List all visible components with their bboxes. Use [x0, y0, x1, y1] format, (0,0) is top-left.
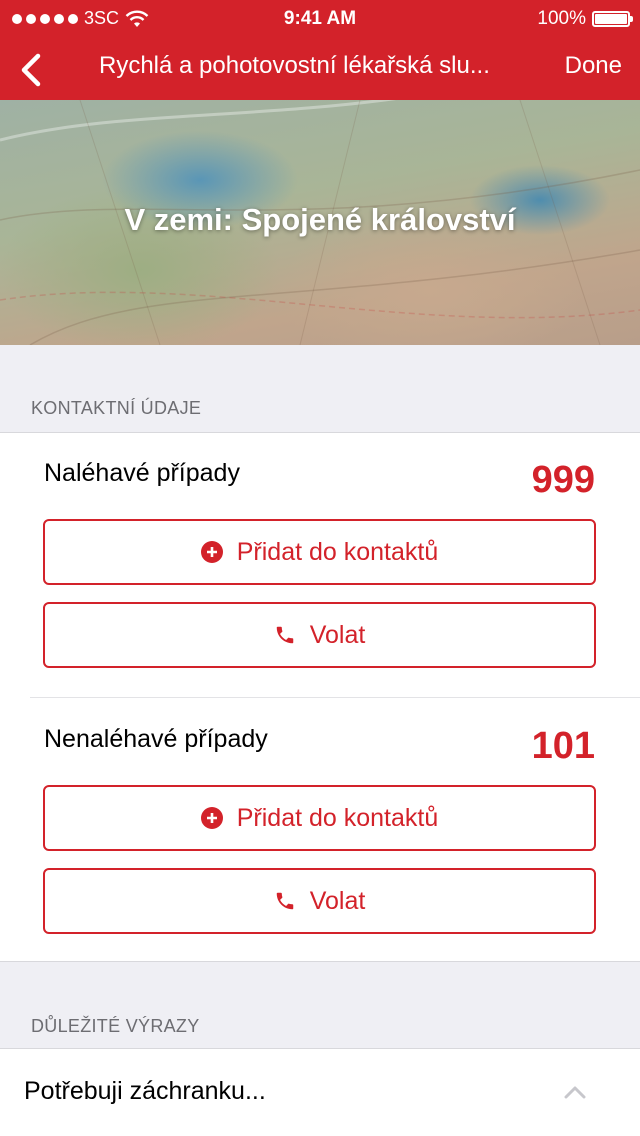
navigation-bar: Rychlá a pohotovostní lékařská slu... Do… [0, 40, 640, 100]
add-to-contacts-label: Přidat do kontaktů [236, 537, 439, 566]
chevron-up-icon [564, 1086, 586, 1099]
plus-circle-icon [200, 807, 223, 829]
done-button[interactable]: Done [565, 52, 622, 80]
term-item-row[interactable]: Potřebuji záchranku... [0, 1048, 640, 1136]
chevron-left-icon[interactable] [14, 50, 50, 90]
hero-map-image: V zemi: Spojené království [0, 100, 640, 345]
contact-section-header: KONTAKTNÍ ÚDAJE [31, 398, 202, 418]
terms-section-header: DŮLEŽITÉ VÝRAZY [31, 1016, 200, 1036]
non-emergency-number: 101 [531, 725, 595, 767]
status-bar: 3SC 9:41 AM 100% [0, 0, 640, 40]
page-title: Rychlá a pohotovostní lékařská slu... [99, 52, 490, 79]
battery-percentage: 100% [537, 8, 586, 29]
add-to-contacts-label: Přidat do kontaktů [236, 803, 439, 832]
call-button[interactable]: Volat [43, 602, 596, 668]
divider [30, 697, 640, 698]
country-title: V zemi: Spojené království [124, 202, 516, 237]
battery-status: 100% [537, 8, 633, 30]
phone-icon [276, 892, 293, 910]
call-label: Volat [309, 620, 366, 649]
add-to-contacts-button[interactable]: Přidat do kontaktů [43, 519, 596, 585]
phone-icon [276, 626, 293, 644]
add-to-contacts-button[interactable]: Přidat do kontaktů [43, 785, 596, 851]
contacts-card: Naléhavé případy 999 Přidat do kontaktů … [0, 432, 640, 962]
call-button[interactable]: Volat [43, 868, 596, 934]
plus-circle-icon [200, 541, 223, 563]
non-emergency-case-label: Nenaléhavé případy [44, 725, 268, 753]
battery-icon [592, 11, 633, 27]
call-label: Volat [309, 886, 366, 915]
emergency-case-label: Naléhavé případy [44, 459, 240, 487]
term-item-label: Potřebuji záchranku... [24, 1077, 266, 1105]
emergency-number: 999 [531, 459, 595, 501]
